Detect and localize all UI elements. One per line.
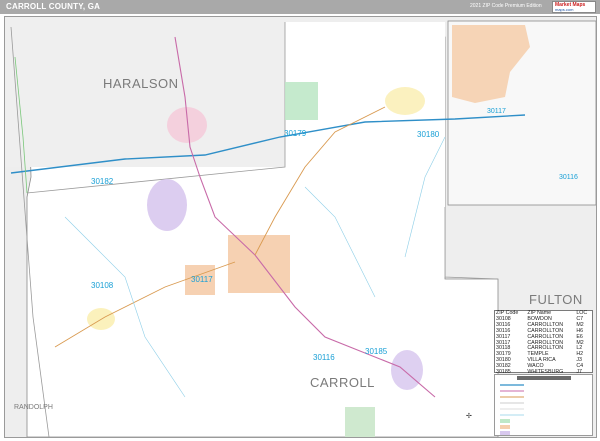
zip-label-30185: 30185 [365, 347, 388, 356]
zip-30117-carrollton-area [228, 235, 290, 293]
zip-label-30117: 30117 [191, 275, 213, 284]
zip-label-30180: 30180 [417, 130, 440, 139]
zip-label-30179: 30179 [284, 129, 307, 138]
county-label-fulton: FULTON [529, 292, 583, 307]
zip-label-30116: 30116 [313, 353, 335, 362]
county-label-carroll: CARROLL [310, 375, 375, 390]
inset-zip-label-30116: 30116 [559, 174, 578, 181]
zip-30185-area [391, 350, 423, 390]
zip-label-30108: 30108 [91, 281, 114, 290]
county-label-randolph: RANDOLPH [14, 404, 53, 411]
map-title: CARROLL COUNTY, GA [6, 2, 101, 11]
brand-url: maps.com [555, 7, 574, 12]
east-county-line [444, 207, 499, 280]
legend-title-bar [517, 376, 571, 380]
county-label-haralson: HARALSON [103, 76, 179, 91]
brand-logo: Market Maps maps.com [552, 1, 596, 13]
zip-label-30182: 30182 [91, 177, 114, 186]
inset-zip-label-30117: 30117 [487, 108, 506, 115]
title-bar: CARROLL COUNTY, GA 2021 ZIP Code Premium… [0, 0, 600, 14]
zip-code-table: ZIP Code ZIP Name LOC 30108 BOWDON C7 3011… [494, 310, 593, 375]
compass-rose-icon: ✢ [466, 413, 472, 420]
carroll-upper-area [285, 22, 445, 277]
zip-30179-area [285, 82, 318, 120]
legend-swatches [500, 384, 524, 435]
green-area [345, 407, 375, 437]
map-legend [494, 374, 593, 436]
zip-30117-west-area [147, 179, 187, 231]
map-edition: 2021 ZIP Code Premium Edition [470, 3, 542, 9]
zip-30180-area [385, 87, 425, 115]
